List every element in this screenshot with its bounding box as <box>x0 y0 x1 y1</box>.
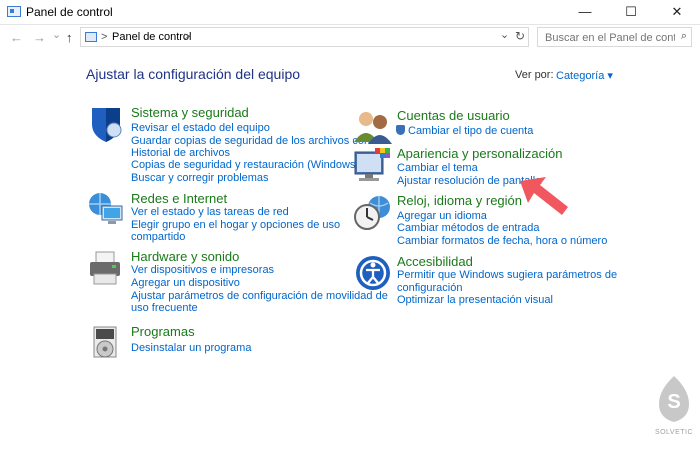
annotation-arrow-icon <box>520 177 568 215</box>
category-title[interactable]: Reloj, idioma y región <box>397 193 522 208</box>
link-add-language[interactable]: Agregar un idioma <box>397 210 487 222</box>
link-date-time-formats[interactable]: Cambiar formatos de fecha, hora o número <box>397 235 607 247</box>
address-box[interactable]: > Panel de control > ⌄ ↻ <box>80 27 529 47</box>
address-bar: ← → ⌄ ↑ > Panel de control > ⌄ ↻ ⌕ <box>0 25 700 49</box>
window-title: Panel de control <box>26 5 113 19</box>
category-title[interactable]: Apariencia y personalización <box>397 146 562 161</box>
link-add-device[interactable]: Agregar un dispositivo <box>131 277 240 289</box>
crumb-separator[interactable]: > <box>101 31 107 43</box>
solvetic-logo-icon: S <box>659 376 689 422</box>
title-bar: Panel de control — ☐ ✕ <box>0 0 700 25</box>
breadcrumb-control-panel[interactable]: Panel de control <box>112 31 192 43</box>
category-title[interactable]: Hardware y sonido <box>131 249 239 264</box>
recent-locations-icon[interactable]: ⌄ <box>52 28 61 41</box>
link-file-history[interactable]: Guardar copias de seguridad de los archi… <box>131 135 370 147</box>
category-title[interactable]: Programas <box>131 324 195 339</box>
category-title[interactable]: Redes e Internet <box>131 191 227 206</box>
link-mobility-settings[interactable]: Ajustar parámetros de configuración de m… <box>131 290 388 302</box>
users-icon[interactable] <box>353 108 393 148</box>
display-icon[interactable] <box>353 146 393 186</box>
link-homegroup-cont[interactable]: compartido <box>131 231 185 243</box>
up-arrow-icon[interactable]: ↑ <box>66 30 73 45</box>
link-check-status[interactable]: Revisar el estado del equipo <box>131 122 270 134</box>
control-panel-icon <box>7 6 21 17</box>
link-windows-suggest-settings-cont[interactable]: configuración <box>397 282 462 294</box>
search-input[interactable] <box>543 29 677 47</box>
shield-icon[interactable] <box>86 104 126 144</box>
address-dropdown-icon[interactable]: ⌄ <box>500 28 509 41</box>
accessibility-icon[interactable] <box>353 253 393 293</box>
close-button[interactable]: ✕ <box>654 0 700 24</box>
link-change-theme[interactable]: Cambiar el tema <box>397 162 478 174</box>
svg-text:S: S <box>667 391 680 413</box>
page-title: Ajustar la configuración del equipo <box>86 66 301 82</box>
category-title[interactable]: Sistema y seguridad <box>131 105 249 120</box>
category-title[interactable]: Accesibilidad <box>397 254 473 269</box>
link-devices-printers[interactable]: Ver dispositivos e impresoras <box>131 264 274 276</box>
network-icon[interactable] <box>86 190 126 230</box>
crumb-chevron[interactable]: > <box>184 31 190 43</box>
link-mobility-settings-cont[interactable]: uso frecuente <box>131 302 198 314</box>
back-arrow-icon[interactable]: ← <box>10 30 23 45</box>
link-windows-suggest-settings[interactable]: Permitir que Windows sugiera parámetros … <box>397 269 617 281</box>
refresh-icon[interactable]: ↻ <box>515 29 525 43</box>
clock-globe-icon[interactable] <box>353 193 393 233</box>
link-change-account-type[interactable]: Cambiar el tipo de cuenta <box>396 125 533 137</box>
search-icon[interactable]: ⌕ <box>681 30 687 43</box>
programs-icon[interactable] <box>86 323 126 363</box>
forward-arrow-icon[interactable]: → <box>33 30 46 45</box>
link-input-methods[interactable]: Cambiar métodos de entrada <box>397 222 539 234</box>
category-title[interactable]: Cuentas de usuario <box>397 108 510 123</box>
printer-icon[interactable] <box>86 248 126 288</box>
link-network-status[interactable]: Ver el estado y las tareas de red <box>131 206 289 218</box>
link-optimize-display[interactable]: Optimizar la presentación visual <box>397 294 553 306</box>
link-troubleshoot[interactable]: Buscar y corregir problemas <box>131 172 269 184</box>
search-box[interactable]: ⌕ <box>537 27 692 47</box>
control-panel-small-icon <box>85 32 97 42</box>
view-by-label: Ver por: <box>515 69 554 81</box>
watermark-logo: S SOLVETIC <box>651 372 697 436</box>
link-uninstall-program[interactable]: Desinstalar un programa <box>131 342 251 354</box>
maximize-button[interactable]: ☐ <box>608 0 654 24</box>
uac-shield-icon <box>396 125 405 135</box>
link-backup-restore[interactable]: Copias de seguridad y restauración (Wind… <box>131 159 368 171</box>
link-file-history-cont[interactable]: Historial de archivos <box>131 147 230 159</box>
watermark-text: SOLVETIC <box>654 429 694 436</box>
link-homegroup[interactable]: Elegir grupo en el hogar y opciones de u… <box>131 219 340 231</box>
view-by-dropdown[interactable]: Categoría ▾ <box>556 69 613 82</box>
minimize-button[interactable]: — <box>562 0 608 24</box>
